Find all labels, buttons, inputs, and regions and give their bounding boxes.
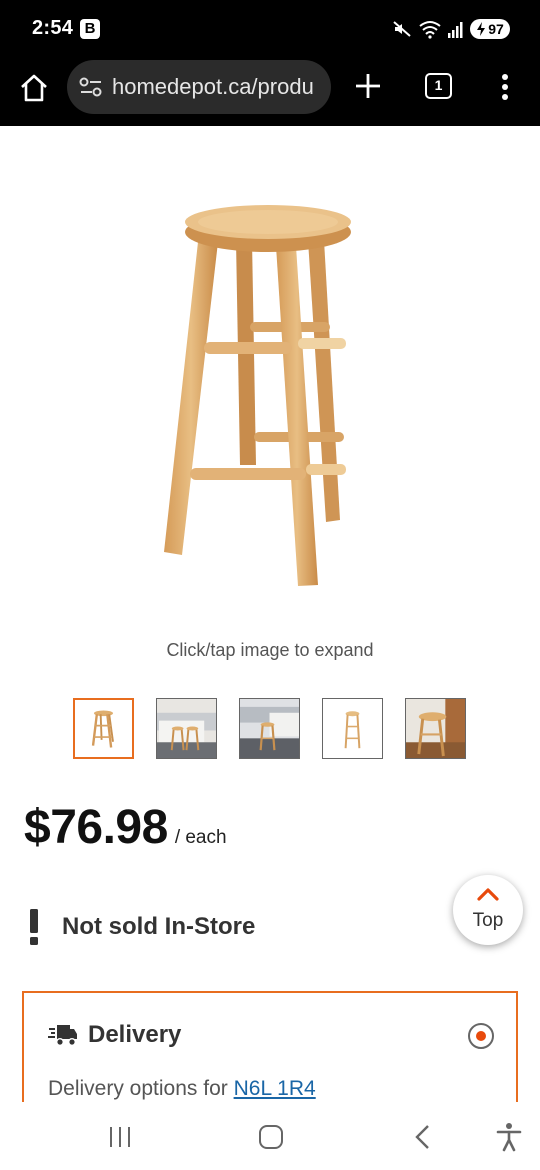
status-bar: 2:54 B 97 xyxy=(0,0,540,58)
system-nav-bar xyxy=(0,1102,540,1170)
tabs-icon[interactable]: 1 xyxy=(425,73,452,99)
price-unit: / each xyxy=(174,827,227,848)
availability-notice: Not sold In-Store xyxy=(24,905,255,949)
back-to-top-button[interactable]: Top xyxy=(453,875,523,945)
thumbnail-image xyxy=(240,699,299,758)
thumbnail-image xyxy=(344,711,361,749)
exclamation-icon xyxy=(30,909,38,945)
availability-text: Not sold In-Store xyxy=(62,913,256,940)
browser-toolbar: homedepot.ca/produ 1 xyxy=(0,58,540,126)
thumbnail-image xyxy=(406,699,465,758)
battery-level: 97 xyxy=(488,21,504,37)
accessibility-icon[interactable] xyxy=(496,1122,522,1152)
battery-indicator: 97 xyxy=(470,19,510,39)
delivery-options-text: Delivery options for N6L 1R4 xyxy=(48,1077,316,1101)
wifi-icon xyxy=(419,21,441,39)
chevron-up-icon xyxy=(477,888,499,901)
thumbnail-3[interactable] xyxy=(239,698,300,759)
plus-icon[interactable] xyxy=(353,71,383,101)
url-text[interactable]: homedepot.ca/produ xyxy=(112,74,324,100)
radio-selected-dot xyxy=(476,1031,486,1041)
status-time: 2:54 xyxy=(32,17,74,39)
thumbnail-image xyxy=(157,699,216,758)
thumbnail-2[interactable] xyxy=(156,698,217,759)
mute-icon xyxy=(393,21,411,37)
delivery-radio[interactable] xyxy=(468,1023,494,1049)
postal-code-link[interactable]: N6L 1R4 xyxy=(234,1077,316,1100)
price-value: $76.98 xyxy=(24,801,168,854)
expand-hint: Click/tap image to expand xyxy=(166,640,374,660)
more-vert-icon[interactable] xyxy=(494,71,516,103)
tune-icon[interactable] xyxy=(79,77,103,97)
back-to-top-label: Top xyxy=(472,910,504,931)
back-icon[interactable] xyxy=(412,1124,432,1150)
signal-icon xyxy=(448,22,463,38)
thumbnail-1[interactable] xyxy=(73,698,134,759)
thumbnail-image xyxy=(91,710,114,748)
status-badge: B xyxy=(80,19,100,39)
thumbnail-5[interactable] xyxy=(405,698,466,759)
recents-icon[interactable] xyxy=(108,1126,132,1148)
price-block: $76.98 / each xyxy=(24,800,227,860)
status-icons: 97 xyxy=(392,18,510,40)
product-image[interactable] xyxy=(130,180,410,600)
charging-icon xyxy=(477,22,486,36)
home-nav-icon[interactable] xyxy=(259,1125,283,1149)
address-bar[interactable]: homedepot.ca/produ xyxy=(67,60,331,114)
delivery-options-prefix: Delivery options for xyxy=(48,1077,228,1100)
truck-icon xyxy=(48,1025,77,1046)
delivery-title: Delivery xyxy=(88,1021,182,1048)
home-icon[interactable] xyxy=(18,72,50,104)
thumbnail-4[interactable] xyxy=(322,698,383,759)
thumbnail-strip xyxy=(73,698,473,760)
